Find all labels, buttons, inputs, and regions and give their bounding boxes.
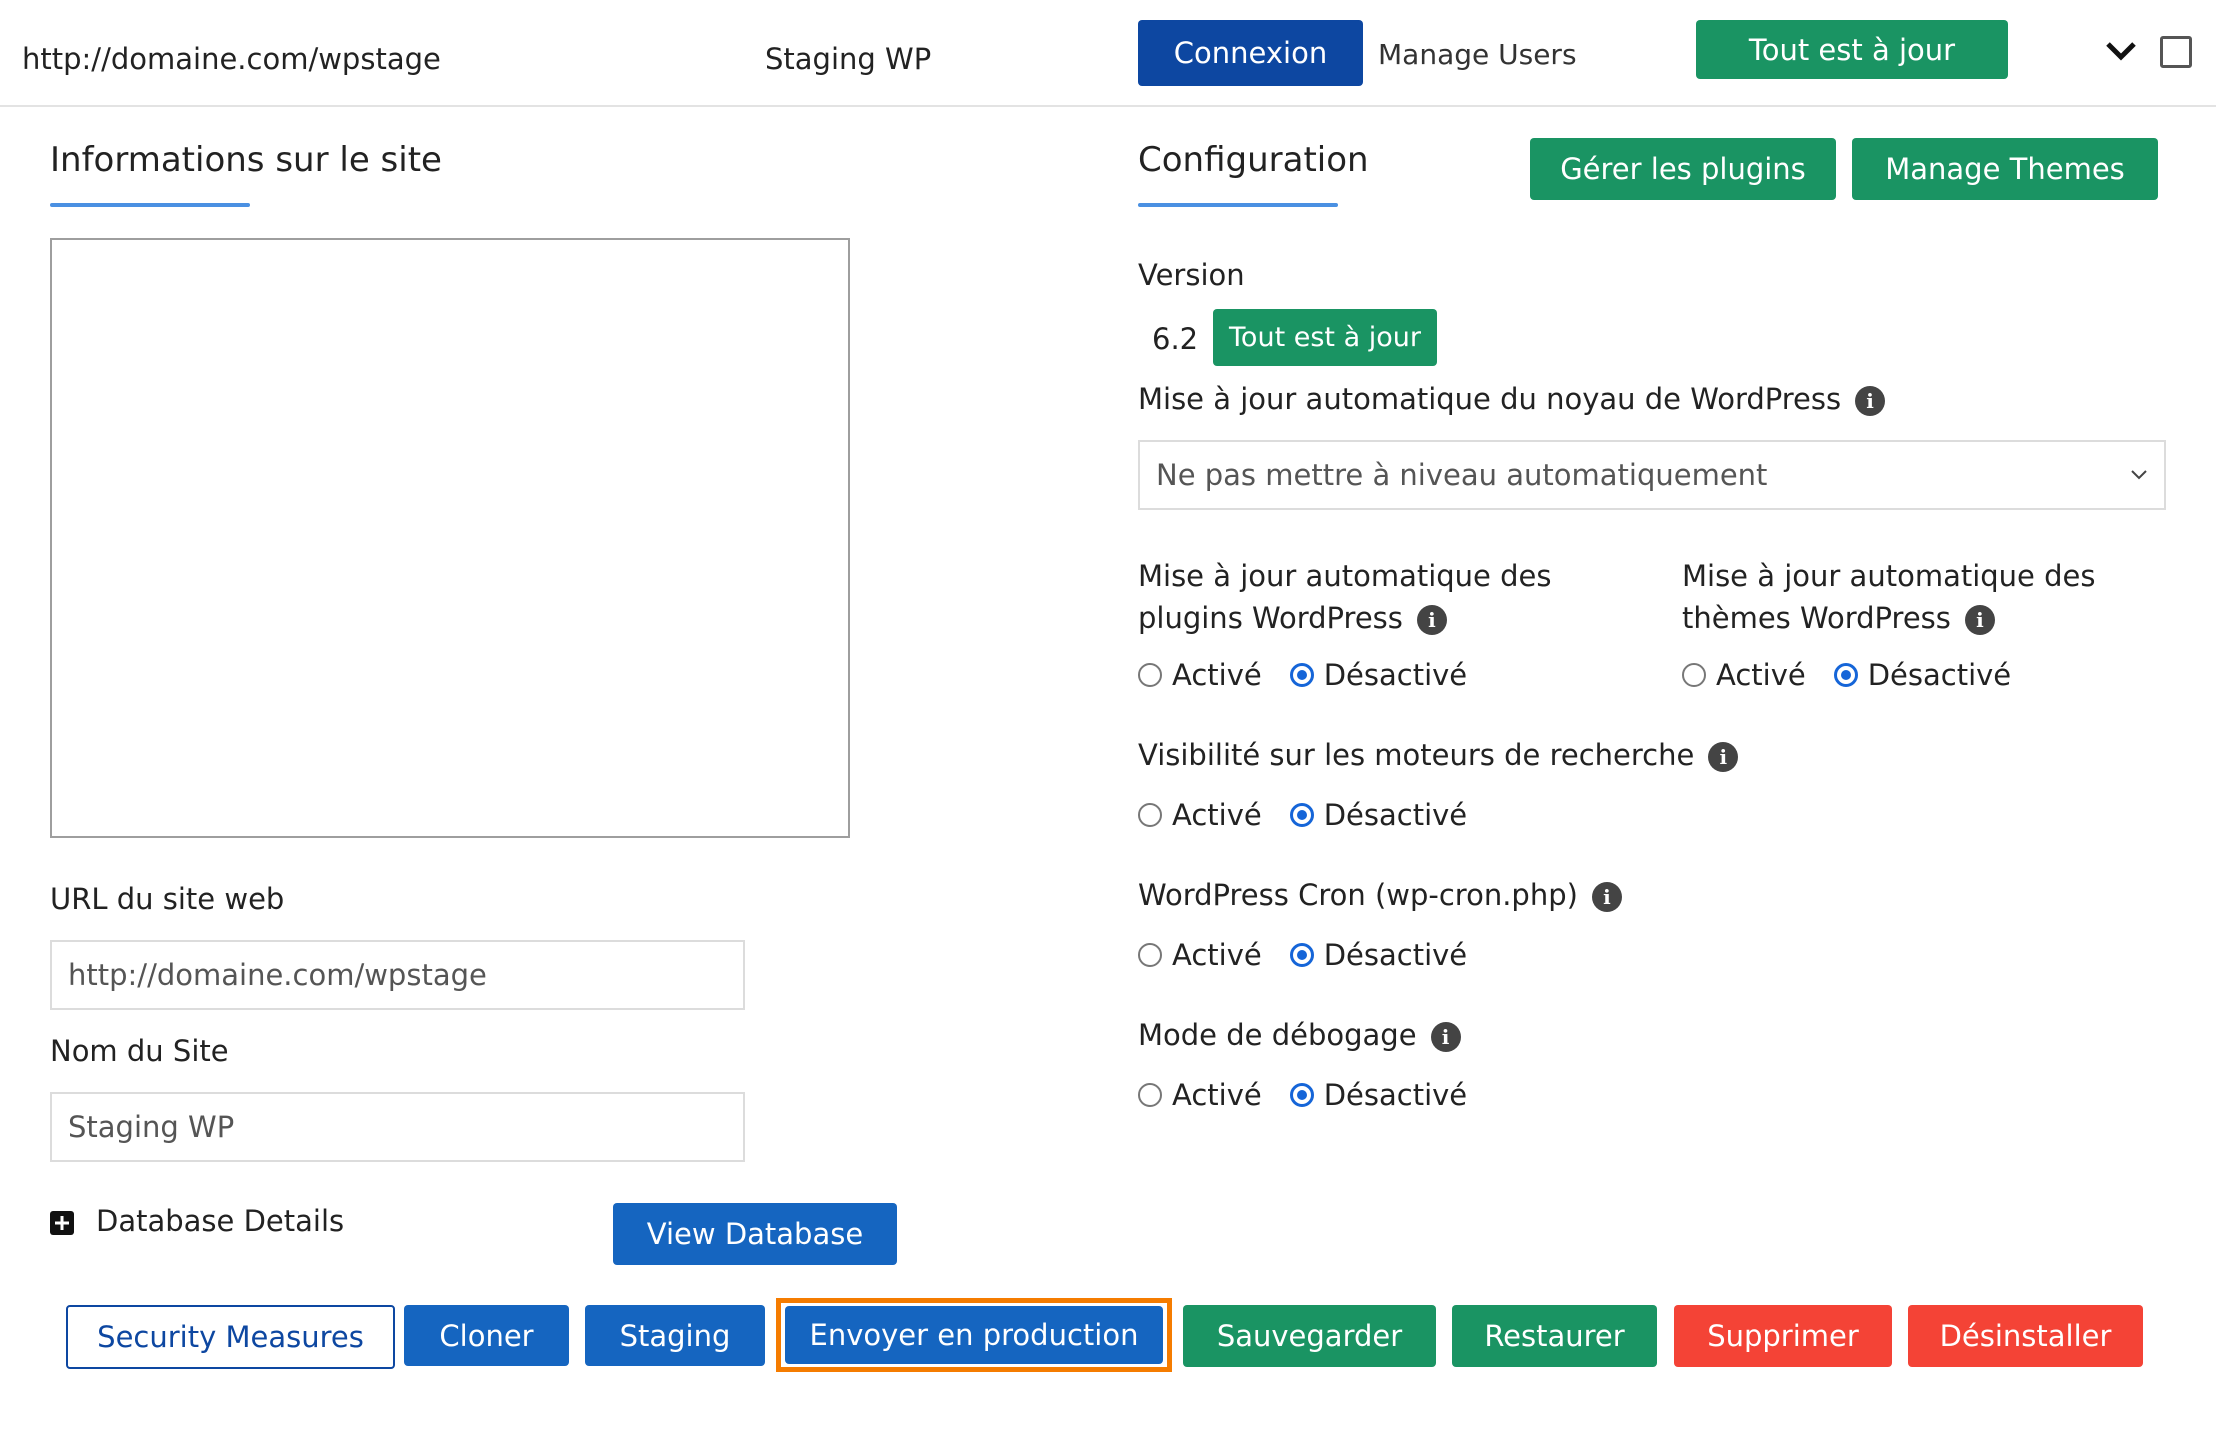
- visibility-off[interactable]: Désactivé: [1289, 798, 1467, 832]
- manage-users-link[interactable]: Manage Users: [1378, 38, 1577, 71]
- cron-on[interactable]: Activé: [1138, 938, 1262, 972]
- configuration-title: Configuration: [1138, 140, 1369, 180]
- manage-plugins-button[interactable]: Gérer les plugins: [1530, 138, 1836, 200]
- view-database-button[interactable]: View Database: [613, 1203, 897, 1265]
- radio-on-icon[interactable]: [1289, 943, 1314, 967]
- info-icon[interactable]: i: [1416, 605, 1447, 635]
- site-name-label: Nom du Site: [50, 1034, 229, 1068]
- debug-off[interactable]: Désactivé: [1289, 1078, 1467, 1112]
- radio-off-icon[interactable]: [1682, 663, 1706, 687]
- themes-autoupdate-on[interactable]: Activé: [1682, 658, 1806, 692]
- site-info-underline: [50, 203, 250, 207]
- themes-autoupdate-label: Mise à jour automatique des thèmes WordP…: [1682, 555, 2095, 639]
- radio-off-icon[interactable]: [1138, 663, 1162, 687]
- delete-button[interactable]: Supprimer: [1674, 1305, 1892, 1367]
- info-icon[interactable]: i: [1855, 386, 1886, 416]
- radio-on-icon[interactable]: [1289, 1083, 1314, 1107]
- info-icon[interactable]: i: [1430, 1022, 1461, 1052]
- plugins-autoupdate-line1: Mise à jour automatique des: [1138, 559, 1552, 593]
- debug-on[interactable]: Activé: [1138, 1078, 1262, 1112]
- themes-autoupdate-off[interactable]: Désactivé: [1833, 658, 2011, 692]
- backup-button[interactable]: Sauvegarder: [1183, 1305, 1436, 1367]
- clone-button[interactable]: Cloner: [404, 1305, 569, 1366]
- themes-autoupdate-radios: Activé Désactivé: [1682, 658, 2039, 692]
- radio-on-icon[interactable]: [1833, 663, 1858, 687]
- update-status-button[interactable]: Tout est à jour: [1696, 20, 2008, 79]
- debug-text: Mode de débogage: [1138, 1018, 1417, 1052]
- site-url-field[interactable]: http://domaine.com/wpstage: [50, 940, 745, 1010]
- configuration-underline: [1138, 203, 1338, 207]
- cron-radios: Activé Désactivé: [1138, 938, 1495, 972]
- site-info-title: Informations sur le site: [50, 140, 442, 180]
- chevron-down-icon: [2131, 470, 2147, 480]
- plugins-autoupdate-label: Mise à jour automatique des plugins Word…: [1138, 555, 1551, 639]
- cron-text: WordPress Cron (wp-cron.php): [1138, 878, 1578, 912]
- plugins-autoupdate-line2: plugins WordPress: [1138, 601, 1403, 635]
- visibility-on[interactable]: Activé: [1138, 798, 1262, 832]
- radio-off-icon[interactable]: [1138, 1083, 1162, 1107]
- url-label: URL du site web: [50, 882, 285, 916]
- site-name-field[interactable]: Staging WP: [50, 1092, 745, 1162]
- chevron-down-icon[interactable]: [2104, 38, 2138, 64]
- database-details-toggle[interactable]: Database Details: [96, 1204, 344, 1238]
- plugins-autoupdate-on[interactable]: Activé: [1138, 658, 1262, 692]
- visibility-label: Visibilité sur les moteurs de recherche i: [1138, 738, 1739, 772]
- core-autoupdate-selected: Ne pas mettre à niveau automatiquement: [1156, 458, 1768, 492]
- debug-label: Mode de débogage i: [1138, 1018, 1461, 1052]
- header-site-url: http://domaine.com/wpstage: [22, 42, 441, 76]
- cron-off[interactable]: Désactivé: [1289, 938, 1467, 972]
- info-icon[interactable]: i: [1591, 882, 1622, 912]
- security-measures-button[interactable]: Security Measures: [66, 1305, 395, 1369]
- restore-button[interactable]: Restaurer: [1452, 1305, 1657, 1367]
- debug-radios: Activé Désactivé: [1138, 1078, 1495, 1112]
- cron-label: WordPress Cron (wp-cron.php) i: [1138, 878, 1622, 912]
- plugins-autoupdate-off[interactable]: Désactivé: [1289, 658, 1467, 692]
- staging-button[interactable]: Staging: [585, 1305, 765, 1366]
- visibility-text: Visibilité sur les moteurs de recherche: [1138, 738, 1695, 772]
- core-autoupdate-select[interactable]: Ne pas mettre à niveau automatiquement: [1138, 440, 2166, 510]
- info-icon[interactable]: i: [1964, 605, 1995, 635]
- select-checkbox[interactable]: [2160, 36, 2192, 68]
- plus-square-icon[interactable]: [50, 1211, 74, 1235]
- radio-on-icon[interactable]: [1289, 803, 1314, 827]
- manage-themes-button[interactable]: Manage Themes: [1852, 138, 2158, 200]
- visibility-radios: Activé Désactivé: [1138, 798, 1495, 832]
- core-autoupdate-text: Mise à jour automatique du noyau de Word…: [1138, 382, 1842, 416]
- push-to-production-button[interactable]: Envoyer en production: [785, 1306, 1163, 1364]
- version-value: 6.2: [1152, 322, 1199, 356]
- plugins-autoupdate-radios: Activé Désactivé: [1138, 658, 1495, 692]
- version-status-button[interactable]: Tout est à jour: [1213, 309, 1437, 366]
- themes-autoupdate-line1: Mise à jour automatique des: [1682, 559, 2096, 593]
- core-autoupdate-label: Mise à jour automatique du noyau de Word…: [1138, 382, 1886, 416]
- themes-autoupdate-line2: thèmes WordPress: [1682, 601, 1951, 635]
- version-label: Version: [1138, 258, 1245, 292]
- radio-off-icon[interactable]: [1138, 803, 1162, 827]
- header-site-name: Staging WP: [765, 42, 932, 76]
- login-button[interactable]: Connexion: [1138, 20, 1363, 86]
- radio-on-icon[interactable]: [1289, 663, 1314, 687]
- site-preview-frame: [50, 238, 850, 838]
- header-divider: [0, 105, 2216, 107]
- info-icon[interactable]: i: [1708, 742, 1739, 772]
- radio-off-icon[interactable]: [1138, 943, 1162, 967]
- uninstall-button[interactable]: Désinstaller: [1908, 1305, 2143, 1367]
